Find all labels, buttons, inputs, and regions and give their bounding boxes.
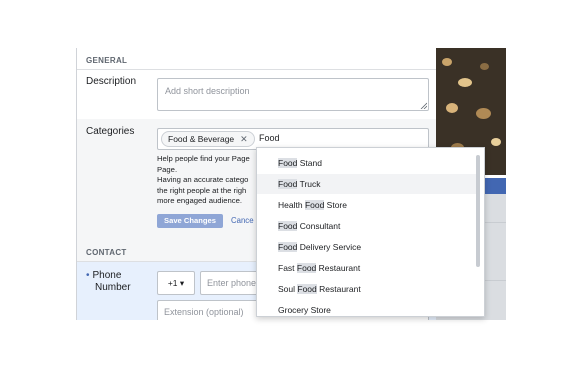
suggestion-match-highlight: Food [304, 200, 325, 210]
category-chip: Food & Beverage ✕ [161, 131, 255, 147]
suggestion-text: Fast [278, 263, 297, 273]
suggestion-text: Stand [297, 158, 322, 168]
suggestion-item[interactable]: Fast Food Restaurant [257, 258, 477, 278]
phone-label-line: Number [95, 282, 131, 293]
suggestion-item[interactable]: Food Delivery Service [257, 237, 477, 257]
suggestion-text: Restaurant [316, 284, 361, 294]
description-placeholder: Add short description [165, 86, 250, 96]
suggestion-item[interactable]: Health Food Store [257, 195, 477, 215]
suggestion-text: Soul [278, 284, 298, 294]
suggestion-match-highlight: Food [278, 242, 298, 252]
suggestion-text: Store [324, 200, 347, 210]
category-suggestions-dropdown: Food Stand Food Truck Health Food Store Foo… [256, 147, 485, 317]
suggestion-text: Delivery Service [297, 242, 362, 252]
suggestion-item[interactable]: Food Consultant [257, 216, 477, 236]
category-typed-text: Food [259, 133, 280, 143]
bullet-icon: • [86, 270, 90, 281]
general-heading: GENERAL [86, 56, 128, 65]
cancel-link[interactable]: Cance [231, 216, 254, 225]
categories-help-text: Help people find your Page Page. Having … [157, 154, 250, 207]
help-line: more engaged audience. [157, 196, 243, 205]
suggestion-text: Consultant [297, 221, 341, 231]
help-line: Page. [157, 164, 178, 174]
suggestion-text: Truck [297, 179, 321, 189]
suggestion-item[interactable]: Grocery Store [257, 300, 477, 316]
phone-number-label: • Phone Number [86, 270, 131, 294]
resize-handle-icon[interactable] [420, 102, 427, 109]
help-line: Having an accurate catego [157, 175, 249, 184]
divider [77, 69, 437, 70]
contact-heading: CONTACT [86, 248, 127, 257]
suggestion-item[interactable]: Soul Food Restaurant [257, 279, 477, 299]
suggestion-item[interactable]: Food Truck [257, 174, 477, 194]
suggestion-match-highlight: Food [278, 221, 298, 231]
dropdown-scrollbar[interactable] [476, 155, 480, 267]
suggestion-match-highlight: Food [278, 158, 298, 168]
close-icon[interactable]: ✕ [240, 134, 248, 144]
phone-placeholder: Enter phone [207, 278, 257, 288]
suggestion-match-highlight: Food [297, 284, 317, 294]
help-line: Help people find your Page [157, 154, 250, 163]
suggestion-item[interactable]: Food Stand [257, 153, 477, 173]
save-changes-button[interactable]: Save Changes [157, 214, 223, 228]
description-label: Description [86, 76, 137, 87]
suggestion-text: Restaurant [316, 263, 361, 273]
suggestion-text: Grocery Store [278, 305, 331, 315]
extension-placeholder: Extension (optional) [164, 307, 244, 317]
description-textarea[interactable]: Add short description [157, 78, 429, 111]
help-line: the right people at the righ [157, 185, 247, 195]
categories-label: Categories [86, 126, 135, 137]
category-chip-label: Food & Beverage [168, 134, 235, 144]
phone-label-line: Phone [92, 270, 122, 281]
suggestion-match-highlight: Food [296, 263, 317, 273]
suggestion-match-highlight: Food [278, 179, 298, 189]
country-code-select[interactable]: +1 ▾ [157, 271, 195, 295]
suggestion-text: Health [278, 200, 305, 210]
